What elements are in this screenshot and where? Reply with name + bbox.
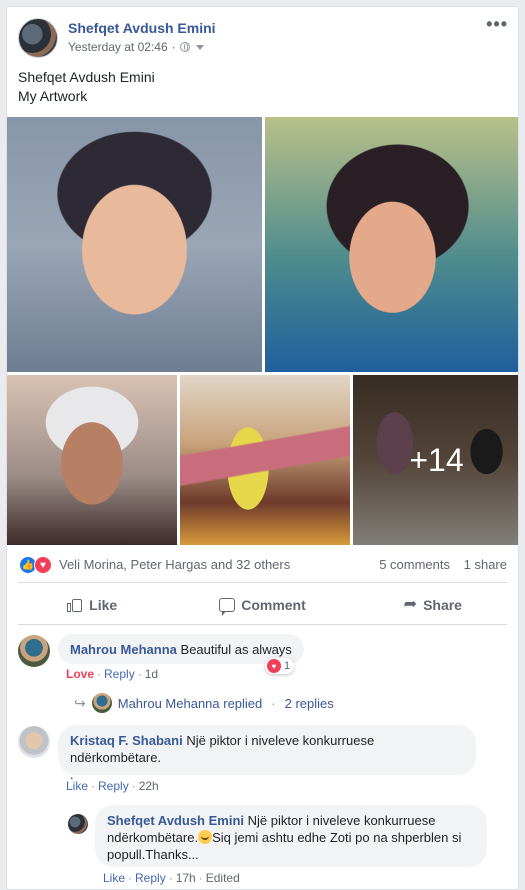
love-reaction-icon: ♥ <box>34 556 52 574</box>
post-text: Shefqet Avdush Emini My Artwork <box>18 68 155 106</box>
divider <box>18 624 507 625</box>
post-text-line1: Shefqet Avdush Emini <box>18 69 155 85</box>
comments-section: Mahrou Mehanna Beautiful as always ♥ 1 L… <box>7 627 518 889</box>
comment-reaction-pill[interactable]: ♥ 1 <box>265 658 295 674</box>
post-card: Shefqet Avdush Emini Yesterday at 02:46 … <box>6 6 519 890</box>
comment-bubble: Kristaq F. Shabani Një piktor i niveleve… <box>58 725 476 782</box>
chevron-down-icon[interactable] <box>195 44 204 50</box>
photo-grid: +14 <box>7 117 518 545</box>
meta-separator: · <box>171 40 176 54</box>
like-label: Like <box>89 597 118 613</box>
commenter-avatar[interactable] <box>18 726 50 758</box>
replier-name: Mahrou Mehanna replied <box>117 695 263 711</box>
more-options-icon[interactable]: ••• <box>486 15 508 33</box>
reply-bubble: Shefqet Avdush Emini Një piktor i nivele… <box>95 805 487 867</box>
comment-reaction-count: 1 <box>284 660 291 672</box>
post-time[interactable]: Yesterday at 02:46 <box>68 40 168 54</box>
artwork-photo-3[interactable] <box>7 375 177 545</box>
action-bar: Like Comment ➦ Share <box>7 589 518 621</box>
comment-actions: Love · Reply · 1d <box>66 667 159 681</box>
reaction-names[interactable]: Veli Morina, Peter Hargas and 32 others <box>59 557 290 572</box>
comments-count[interactable]: 5 comments <box>379 557 450 572</box>
comment-like-link[interactable]: Like <box>66 779 88 793</box>
artwork-photo-4[interactable] <box>180 375 350 545</box>
share-icon: ➦ <box>403 596 418 613</box>
comment-button[interactable]: Comment <box>177 589 347 621</box>
love-icon: ♥ <box>267 659 281 673</box>
reaction-counts: 5 comments 1 share <box>379 557 507 572</box>
comment-icon <box>219 598 236 616</box>
view-replies-link[interactable]: ↪ Mahrou Mehanna replied · 2 replies <box>74 693 334 713</box>
comment-love-link[interactable]: Love <box>66 667 94 681</box>
divider <box>18 582 507 583</box>
comment-author[interactable]: Kristaq F. Shabani <box>70 733 183 748</box>
comment-text: Beautiful as always <box>180 642 292 657</box>
artwork-photo-5[interactable]: +14 <box>353 375 518 545</box>
artwork-photo-2[interactable] <box>265 117 518 372</box>
shares-count[interactable]: 1 share <box>464 557 507 572</box>
share-button[interactable]: ➦ Share <box>348 589 518 621</box>
reply-author-avatar[interactable] <box>68 814 88 834</box>
globe-icon[interactable] <box>179 42 190 52</box>
like-button[interactable]: Like <box>7 589 177 621</box>
smile-emoji-icon <box>198 830 213 844</box>
post-text-line2: My Artwork <box>18 88 88 104</box>
commenter-avatar[interactable] <box>18 635 50 667</box>
reply-edited[interactable]: Edited <box>206 871 240 885</box>
comment-author[interactable]: Mahrou Mehanna <box>70 642 177 657</box>
thumbs-up-icon <box>67 597 83 613</box>
comment-reply-link[interactable]: Reply <box>98 779 129 793</box>
replies-count: 2 replies <box>284 695 334 711</box>
share-label: Share <box>423 597 462 613</box>
reply-reply-link[interactable]: Reply <box>135 871 166 885</box>
author-name[interactable]: Shefqet Avdush Emini <box>68 20 216 36</box>
author-avatar[interactable] <box>18 18 58 58</box>
reaction-icons[interactable]: 👍 ♥ <box>19 556 55 574</box>
comment-actions: Like · Reply · 22h <box>66 779 159 793</box>
artwork-photo-1[interactable] <box>7 117 262 372</box>
post-header: Shefqet Avdush Emini Yesterday at 02:46 … <box>7 7 518 65</box>
post-meta: Yesterday at 02:46 · <box>68 40 204 54</box>
reply-author[interactable]: Shefqet Avdush Emini <box>107 813 244 828</box>
replier-avatar <box>91 693 112 713</box>
reply-actions: Like · Reply · 17h · Edited <box>103 871 240 885</box>
reply-arrow-icon: ↪ <box>74 694 86 711</box>
comment-label: Comment <box>241 597 306 613</box>
comment-reply-link[interactable]: Reply <box>104 667 135 681</box>
reply-like-link[interactable]: Like <box>103 871 125 885</box>
reactions-bar: 👍 ♥ Veli Morina, Peter Hargas and 32 oth… <box>7 553 518 575</box>
comment-time[interactable]: 1d <box>145 667 158 681</box>
more-photos-overlay[interactable]: +14 <box>353 375 518 545</box>
comment-time[interactable]: 22h <box>139 779 159 793</box>
reply-time[interactable]: 17h <box>176 871 196 885</box>
